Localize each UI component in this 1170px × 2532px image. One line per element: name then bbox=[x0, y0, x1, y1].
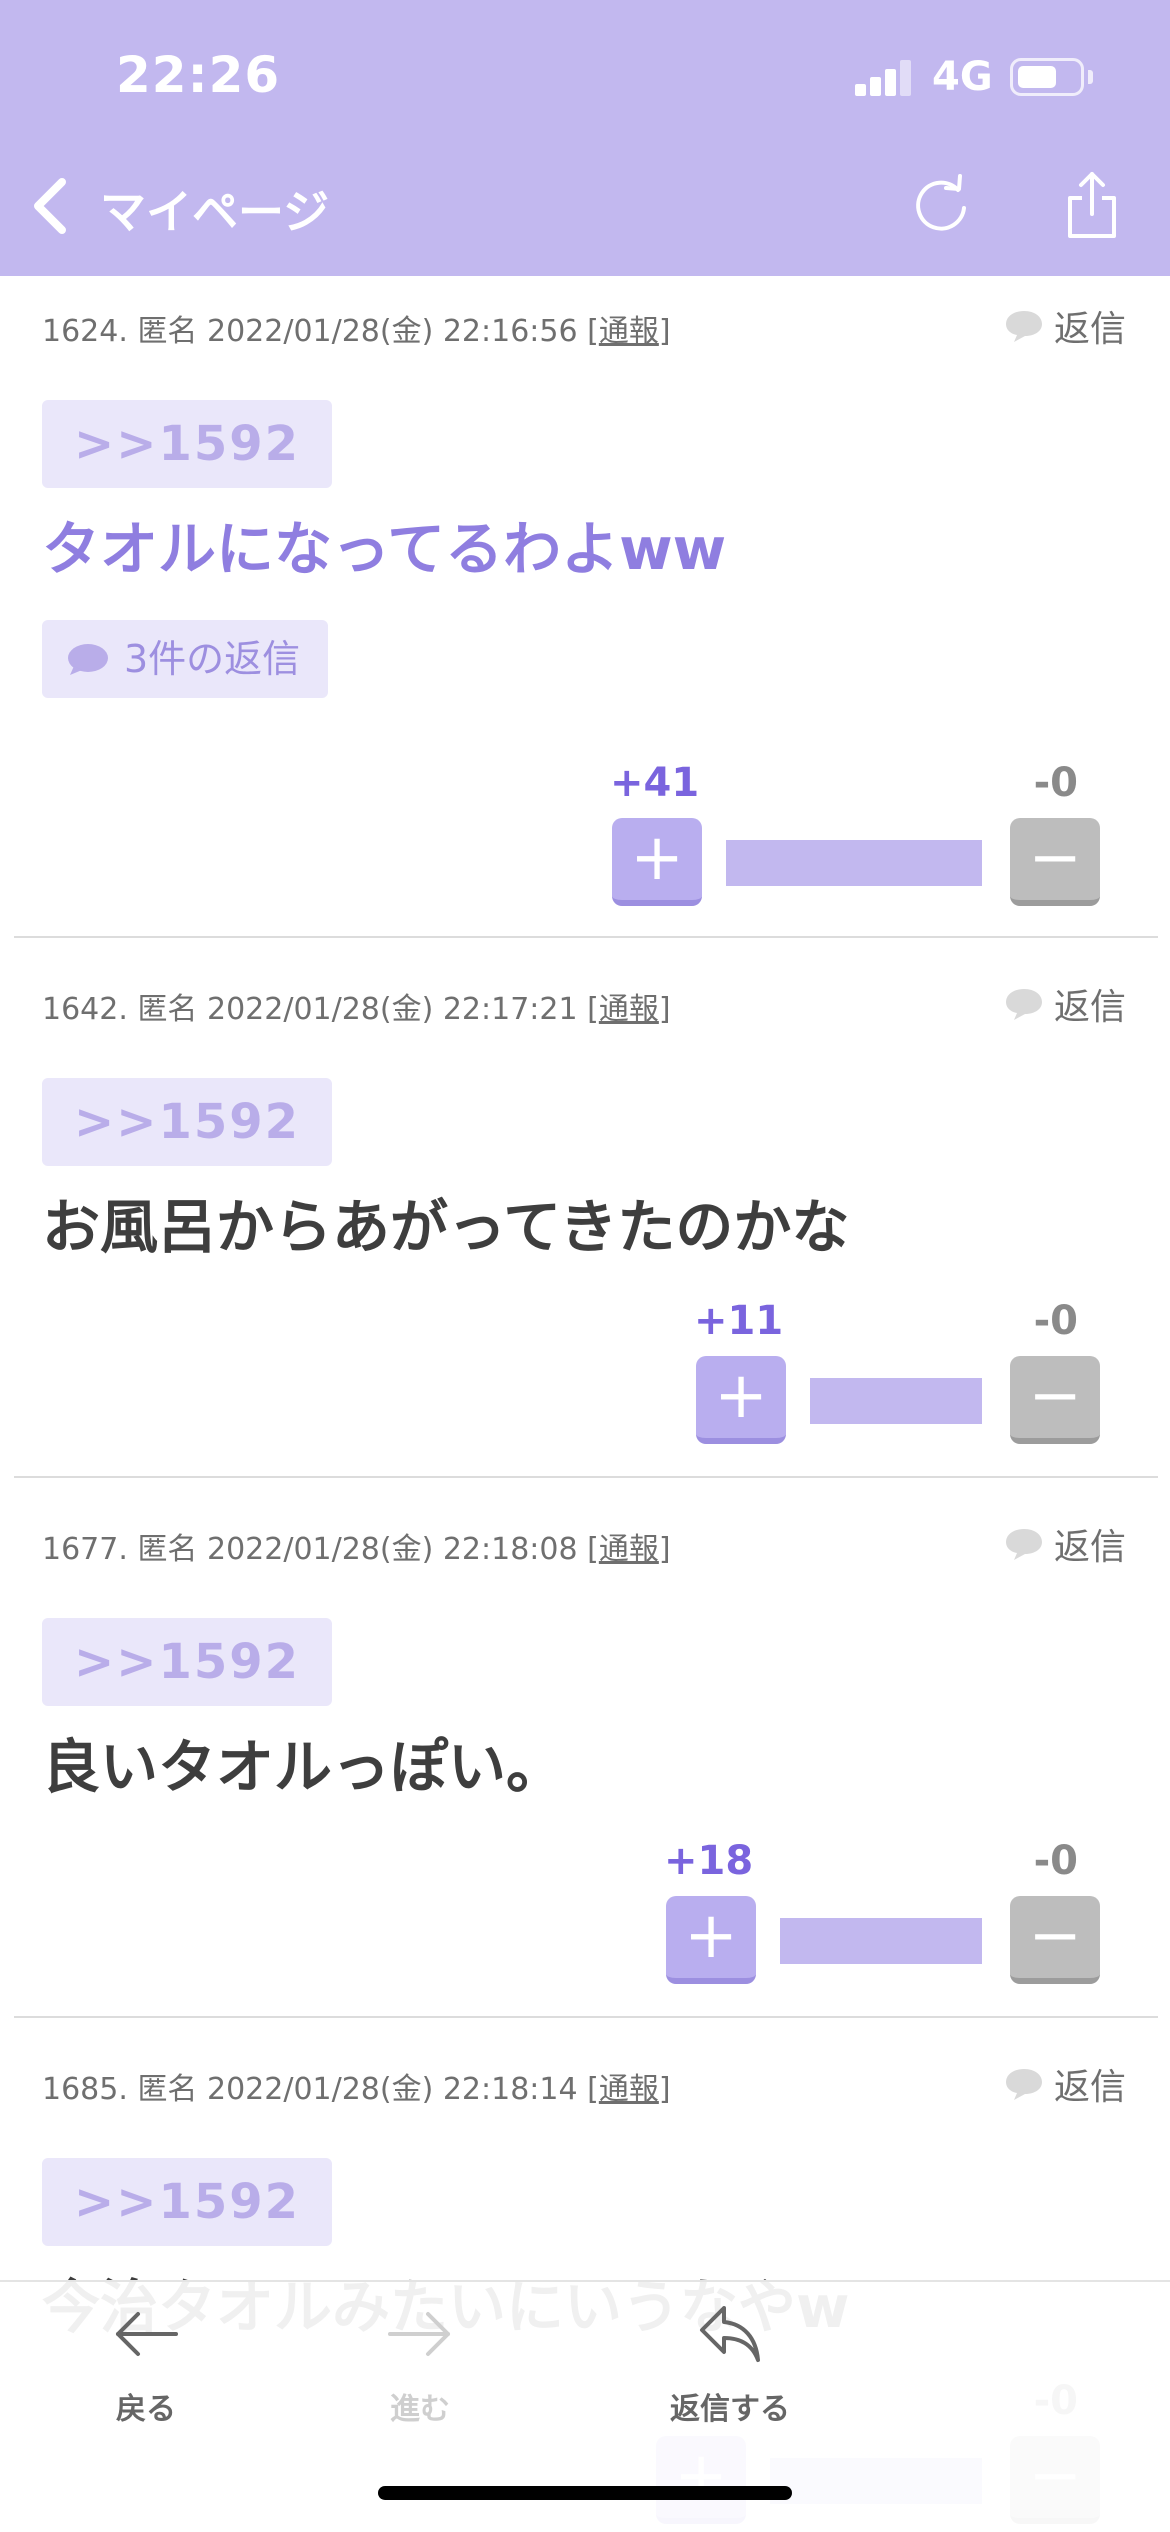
upvote-count: +11 bbox=[694, 1298, 784, 1344]
report-link[interactable]: 通報 bbox=[599, 992, 659, 1027]
report-link[interactable]: 通報 bbox=[599, 2072, 659, 2107]
post-body: 良いタオルっぽい。 bbox=[42, 1733, 565, 1801]
post-datetime: 2022/01/28(金) 22:18:14 bbox=[206, 2072, 578, 2107]
reply-arrow-icon bbox=[700, 2306, 760, 2362]
report-bracket-open: [ bbox=[587, 2072, 599, 2107]
post-author: 匿名 bbox=[137, 314, 198, 349]
battery-tip bbox=[1088, 70, 1093, 84]
report-bracket-close: ] bbox=[658, 992, 671, 1027]
speech-bubble-icon bbox=[1005, 1529, 1042, 1560]
reply-label: 返信 bbox=[1053, 1527, 1126, 1568]
downvote-count: -0 bbox=[1033, 1298, 1078, 1344]
post-meta: 1624. 匿名 2022/01/28(金) 22:16:56 [通報] bbox=[42, 306, 671, 350]
reply-label: 返信 bbox=[1053, 2067, 1126, 2108]
arrow-right-icon bbox=[388, 2312, 450, 2356]
downvote-button[interactable]: − bbox=[1010, 1356, 1100, 1444]
reply-toolbar-label: 返信する bbox=[670, 2392, 790, 2427]
report-bracket-close: ] bbox=[658, 2072, 671, 2107]
downvote-button[interactable]: − bbox=[1010, 818, 1100, 906]
speech-bubble-icon bbox=[1005, 311, 1042, 342]
vote-ratio-fill bbox=[780, 1918, 982, 1964]
signal-icon bbox=[855, 60, 915, 96]
reload-icon[interactable] bbox=[910, 174, 972, 236]
reply-button[interactable]: 返信 bbox=[1004, 300, 1126, 352]
post-number: 1677. bbox=[42, 1532, 128, 1567]
battery-icon bbox=[1010, 58, 1084, 96]
post-number: 1685. bbox=[42, 2072, 128, 2107]
downvote-count: -0 bbox=[1033, 1838, 1078, 1884]
back-label: 戻る bbox=[116, 2392, 176, 2427]
post-body: お風呂からあがってきたのかな bbox=[42, 1193, 850, 1261]
speech-bubble-icon bbox=[1005, 2069, 1042, 2100]
anchor-link[interactable]: >>1592 bbox=[42, 2158, 333, 2246]
report-bracket-open: [ bbox=[587, 314, 599, 349]
post-divider bbox=[14, 1476, 1158, 1478]
post-meta: 1685. 匿名 2022/01/28(金) 22:18:14 [通報] bbox=[42, 2064, 671, 2108]
home-indicator bbox=[378, 2486, 792, 2500]
post-number: 1624. bbox=[42, 314, 128, 349]
status-time: 22:26 bbox=[116, 46, 281, 104]
downvote-count: -0 bbox=[1033, 760, 1078, 806]
upvote-count: +41 bbox=[610, 760, 700, 806]
post-body: タオルになってるわよww bbox=[42, 515, 727, 583]
post-1677: 1677. 匿名 2022/01/28(金) 22:18:08 [通報] 返信 … bbox=[0, 1494, 1170, 2016]
post-datetime: 2022/01/28(金) 22:17:21 bbox=[206, 992, 578, 1027]
upvote-button[interactable]: + bbox=[666, 1896, 756, 1984]
report-bracket-close: ] bbox=[658, 314, 671, 349]
post-author: 匿名 bbox=[137, 2072, 198, 2107]
post-datetime: 2022/01/28(金) 22:18:08 bbox=[206, 1532, 578, 1567]
reply-label: 返信 bbox=[1053, 987, 1126, 1028]
post-1624: 1624. 匿名 2022/01/28(金) 22:16:56 [通報] 返信 … bbox=[0, 276, 1170, 940]
vote-ratio-bar bbox=[810, 1378, 982, 1424]
report-link[interactable]: 通報 bbox=[599, 314, 659, 349]
anchor-link[interactable]: >>1592 bbox=[42, 1618, 333, 1706]
speech-bubble-icon bbox=[1005, 989, 1042, 1020]
reply-button[interactable]: 返信 bbox=[1004, 978, 1126, 1030]
replies-button[interactable]: 3件の返信 bbox=[42, 620, 329, 698]
vote-ratio-fill bbox=[726, 840, 982, 886]
speech-bubble-icon bbox=[68, 644, 108, 675]
downvote-button[interactable]: − bbox=[1010, 1896, 1100, 1984]
post-1642: 1642. 匿名 2022/01/28(金) 22:17:21 [通報] 返信 … bbox=[0, 954, 1170, 1476]
arrow-left-icon bbox=[116, 2312, 178, 2356]
anchor-link[interactable]: >>1592 bbox=[42, 1078, 333, 1166]
back-chevron-icon[interactable] bbox=[28, 176, 72, 236]
vote-ratio-bar bbox=[726, 840, 982, 886]
post-datetime: 2022/01/28(金) 22:16:56 bbox=[206, 314, 578, 349]
upvote-button[interactable]: + bbox=[696, 1356, 786, 1444]
report-link[interactable]: 通報 bbox=[599, 1532, 659, 1567]
post-meta: 1642. 匿名 2022/01/28(金) 22:17:21 [通報] bbox=[42, 984, 671, 1028]
forward-button[interactable]: 進む bbox=[340, 2302, 500, 2428]
replies-label: 3件の返信 bbox=[124, 637, 301, 681]
report-bracket-open: [ bbox=[587, 992, 599, 1027]
post-author: 匿名 bbox=[137, 1532, 198, 1567]
upvote-button[interactable]: + bbox=[612, 818, 702, 906]
post-number: 1642. bbox=[42, 992, 128, 1027]
reply-button[interactable]: 返信 bbox=[1004, 2058, 1126, 2110]
upvote-count: +18 bbox=[664, 1838, 754, 1884]
post-divider bbox=[14, 936, 1158, 938]
post-meta: 1677. 匿名 2022/01/28(金) 22:18:08 [通報] bbox=[42, 1524, 671, 1568]
share-icon[interactable] bbox=[1062, 170, 1122, 240]
reply-toolbar-button[interactable]: 返信する bbox=[650, 2302, 810, 2428]
reply-button[interactable]: 返信 bbox=[1004, 1518, 1126, 1570]
report-bracket-close: ] bbox=[658, 1532, 671, 1567]
app-header: 22:26 4G マイページ bbox=[0, 0, 1170, 276]
forward-label: 進む bbox=[390, 2392, 450, 2427]
network-label: 4G bbox=[932, 54, 993, 100]
vote-ratio-bar bbox=[780, 1918, 982, 1964]
page-title[interactable]: マイページ bbox=[100, 176, 329, 242]
report-bracket-open: [ bbox=[587, 1532, 599, 1567]
post-author: 匿名 bbox=[137, 992, 198, 1027]
anchor-link[interactable]: >>1592 bbox=[42, 400, 333, 488]
post-divider bbox=[14, 2016, 1158, 2018]
vote-ratio-fill bbox=[810, 1378, 982, 1424]
back-button[interactable]: 戻る bbox=[66, 2302, 226, 2428]
reply-label: 返信 bbox=[1053, 309, 1126, 350]
